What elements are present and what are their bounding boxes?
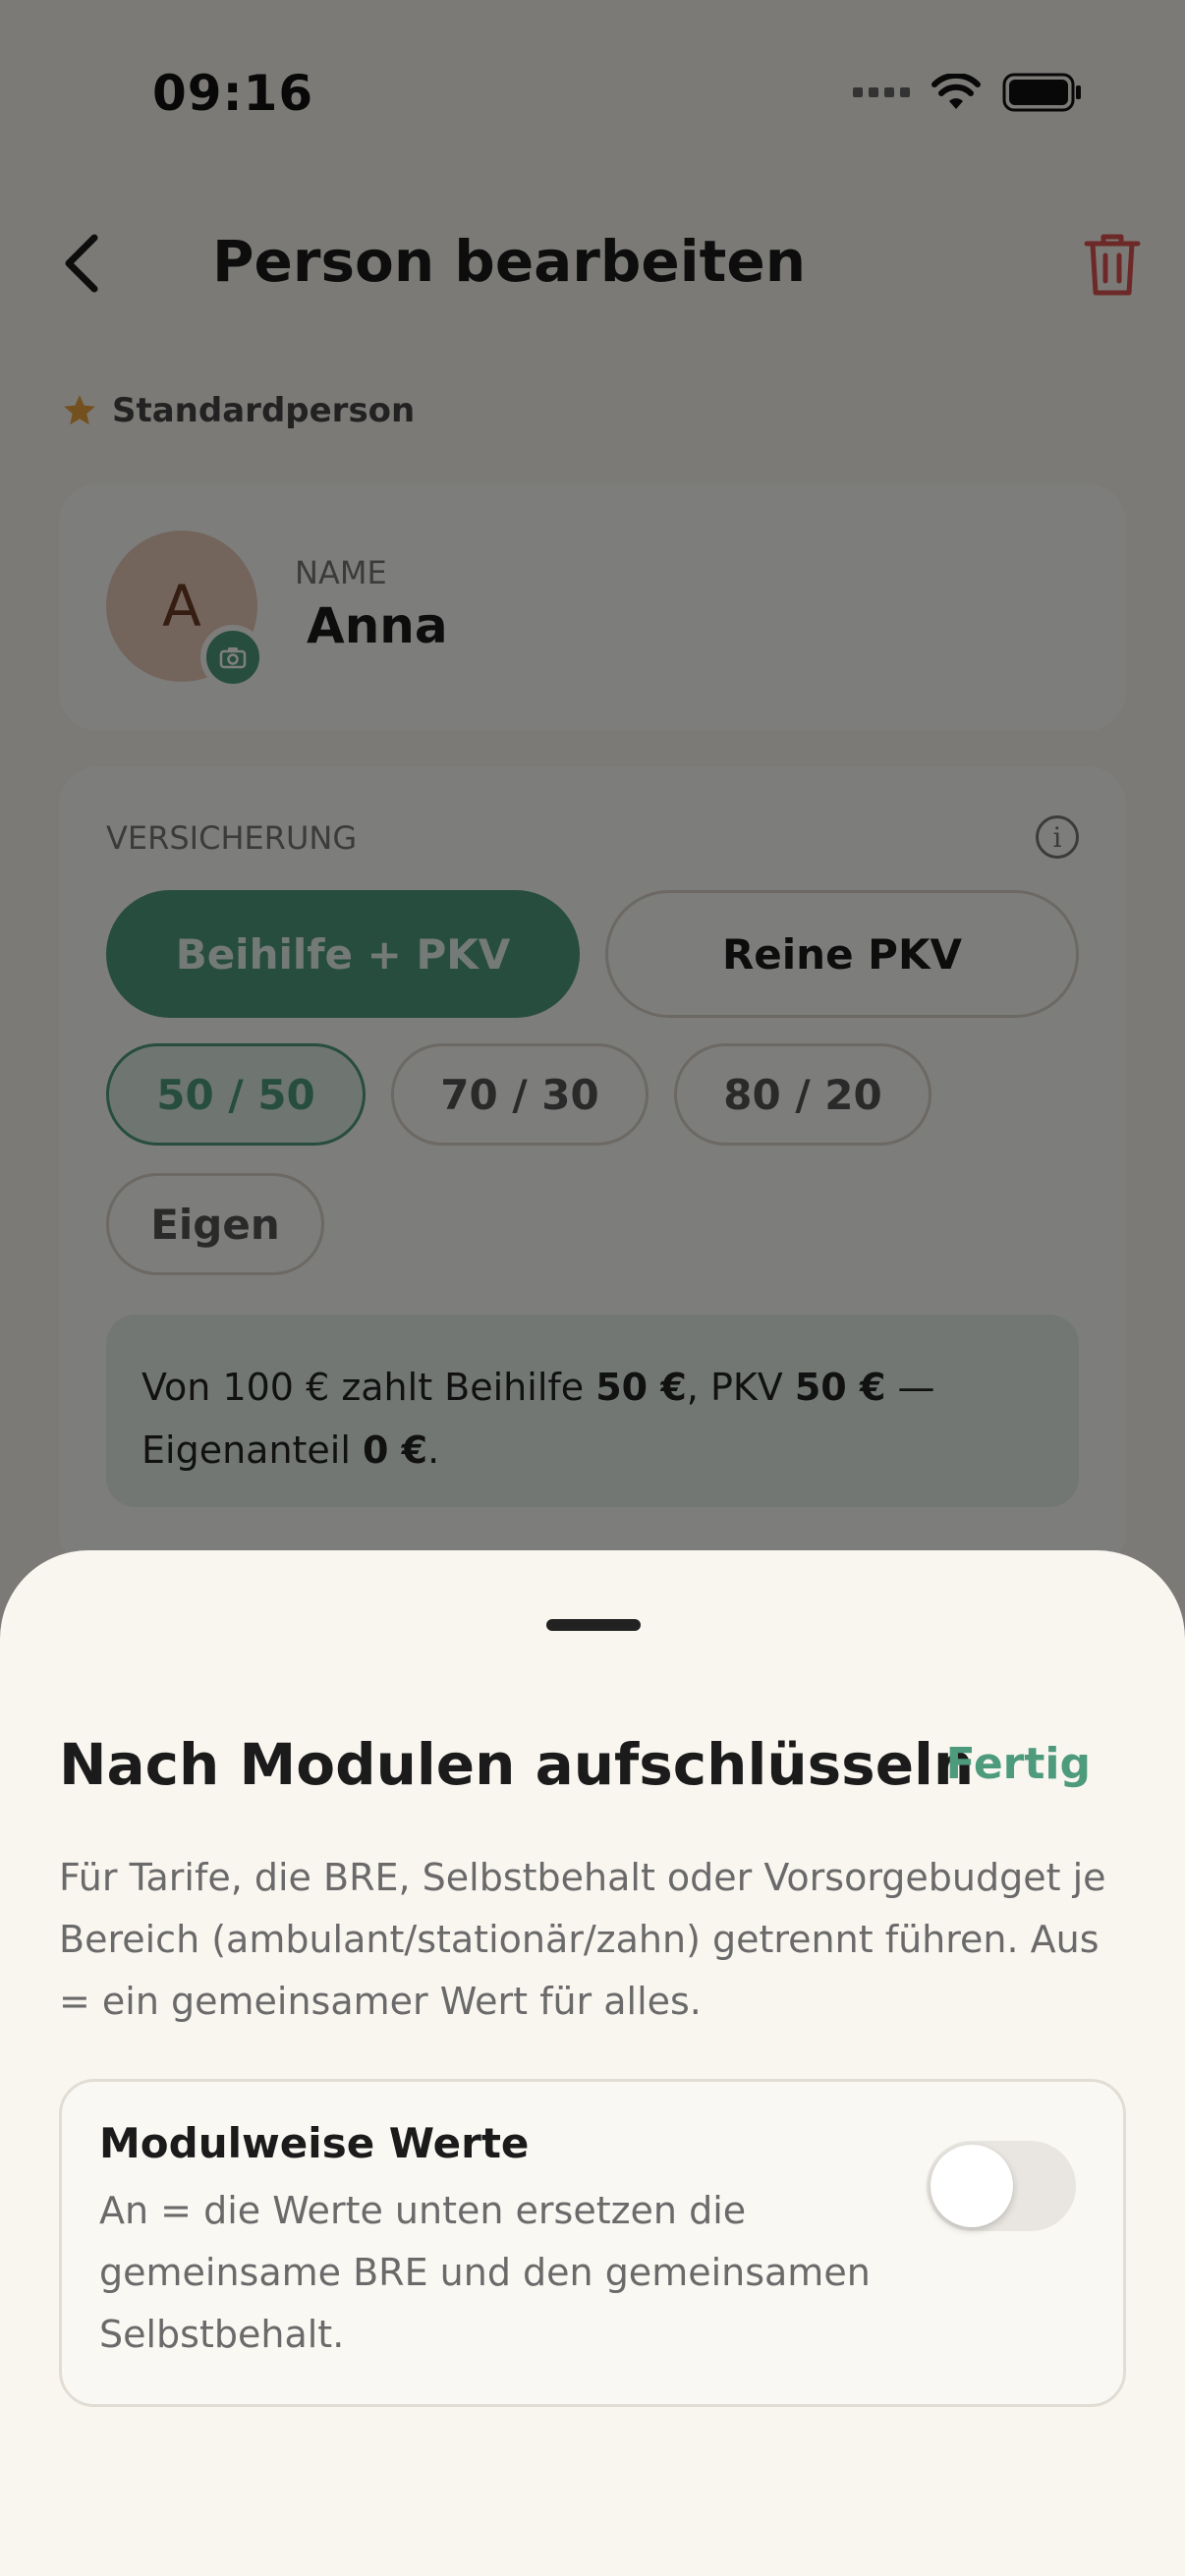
sheet-description: Für Tarife, die BRE, Selbstbehalt oder V… xyxy=(59,1856,1106,2023)
done-button[interactable]: Fertig xyxy=(946,1739,1091,1789)
bottom-sheet: Nach Modulen aufschlüsseln Fertig Für Ta… xyxy=(0,1550,1185,2576)
option-description: An = die Werte unten ersetzen die gemein… xyxy=(99,2189,871,2356)
module-values-toggle[interactable] xyxy=(927,2141,1076,2231)
module-values-option: Modulweise Werte An = die Werte unten er… xyxy=(59,2079,1126,2407)
sheet-grabber[interactable] xyxy=(546,1619,641,1631)
option-title: Modulweise Werte xyxy=(99,2119,530,2167)
toggle-knob xyxy=(931,2145,1013,2227)
sheet-title: Nach Modulen aufschlüsseln xyxy=(59,1731,975,1798)
